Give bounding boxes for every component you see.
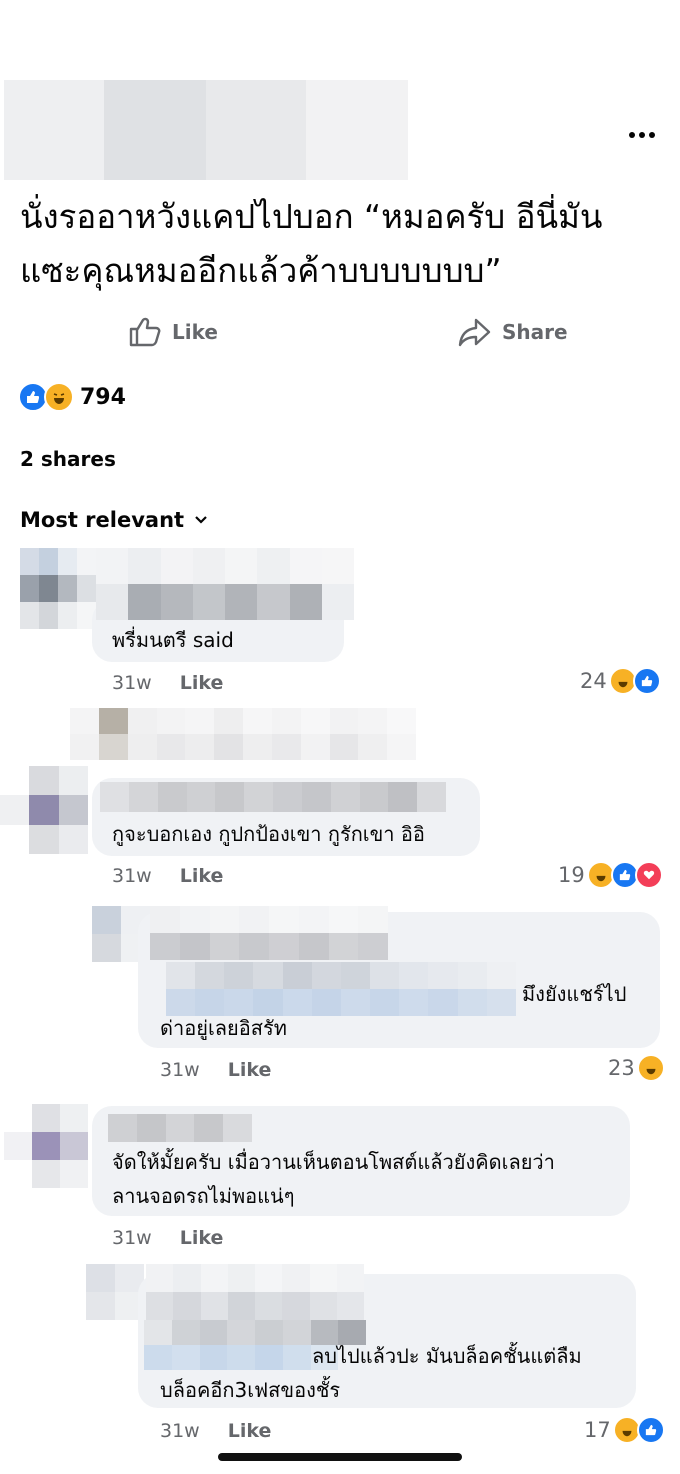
avatar[interactable]: [20, 548, 96, 630]
avatar[interactable]: [4, 1104, 88, 1188]
comment-reactions[interactable]: 17: [584, 1416, 665, 1444]
share-button[interactable]: Share: [458, 316, 568, 348]
like-button[interactable]: Like: [128, 316, 218, 348]
comment-like-button[interactable]: Like: [180, 672, 224, 694]
comment-reactions[interactable]: 24: [580, 667, 661, 695]
comment-meta: 31w Like: [160, 1420, 271, 1442]
comment-reactions[interactable]: 19: [558, 861, 663, 889]
blurred-commenter-name: [96, 548, 354, 620]
love-reaction-icon: [634, 861, 663, 889]
post-reactions[interactable]: 794: [18, 382, 126, 412]
comment-time: 31w: [160, 1059, 200, 1081]
comment-reaction-count: 23: [608, 1056, 635, 1080]
comment-meta: 31w Like: [112, 672, 223, 694]
comment-time: 31w: [112, 865, 152, 887]
home-indicator[interactable]: [218, 1453, 462, 1461]
haha-reaction-icon: [636, 1054, 665, 1082]
comment-time: 31w: [112, 672, 152, 694]
comment-text-line-2: บล็อคอีก3เฟสของชั้ร: [160, 1378, 341, 1402]
comment-text-line-1: จัดให้มั้ยครับ เมื่อวานเห็นตอนโพสต์แล้วย…: [112, 1150, 555, 1174]
avatar[interactable]: [0, 766, 88, 854]
blurred-commenter-name: [108, 1114, 252, 1142]
blurred-page-name: [4, 80, 408, 180]
comment-reaction-count: 19: [558, 863, 585, 887]
comment-like-button[interactable]: Like: [180, 1227, 224, 1249]
comment-like-button[interactable]: Like: [228, 1420, 272, 1442]
post-text: นั่งรออาหวังแคปไปบอก “หมอครับ อีนี่มัน แ…: [20, 190, 660, 298]
shares-count[interactable]: 2 shares: [20, 447, 116, 471]
blurred-commenter-name: [100, 782, 446, 812]
comment-like-button[interactable]: Like: [228, 1059, 272, 1081]
post-text-line-1: นั่งรออาหวังแคปไปบอก “หมอครับ อีนี่มัน: [20, 197, 603, 236]
like-reaction-icon: [636, 1416, 665, 1444]
comment-text-line-2: ลานจอดรถไม่พอแน่ๆ: [112, 1184, 295, 1208]
haha-reaction-icon: [44, 382, 74, 412]
blurred-comment-text: [166, 962, 516, 1016]
share-arrow-icon: [458, 318, 491, 347]
reaction-count: 794: [80, 384, 126, 410]
like-label: Like: [172, 320, 218, 344]
more-options-icon[interactable]: [626, 124, 658, 146]
blurred-commenter-name: [150, 906, 388, 960]
comment-text: กูจะบอกเอง กูปกป้องเขา กูรักเขา อิอิ: [112, 822, 425, 846]
share-label: Share: [502, 320, 568, 344]
comment-meta: 31w Like: [112, 865, 223, 887]
comment-reactions[interactable]: 23: [608, 1054, 665, 1082]
comment-sort-dropdown[interactable]: Most relevant: [20, 508, 208, 532]
thumbs-up-icon: [129, 317, 161, 347]
sort-label: Most relevant: [20, 508, 185, 532]
like-reaction-icon: [632, 667, 661, 695]
comment-reaction-count: 24: [580, 669, 607, 693]
comment-time: 31w: [112, 1227, 152, 1249]
comment-text-line-1: มึงยังแชร์ไป: [522, 982, 627, 1006]
blurred-reply-indicator: [70, 708, 416, 760]
comment-text-line-2: ด่าอยู่เลยอิสรัท: [160, 1016, 287, 1040]
comment-text-line-1: ลบไปแล้วปะ มันบล็อคชั้นแต่ลืม: [312, 1344, 582, 1368]
chevron-down-icon: [195, 516, 207, 524]
avatar[interactable]: [86, 1264, 144, 1320]
comment-time: 31w: [160, 1420, 200, 1442]
post-text-line-2: แซะคุณหมออีกแล้วค้าบบบบบบบ”: [20, 251, 502, 290]
comment-like-button[interactable]: Like: [180, 865, 224, 887]
comment-meta: 31w Like: [160, 1059, 271, 1081]
comment-reaction-count: 17: [584, 1418, 611, 1442]
comment-text: พรี่มนตรี said: [112, 628, 234, 652]
blurred-commenter-name: [146, 1264, 364, 1320]
comment-meta: 31w Like: [112, 1227, 223, 1249]
